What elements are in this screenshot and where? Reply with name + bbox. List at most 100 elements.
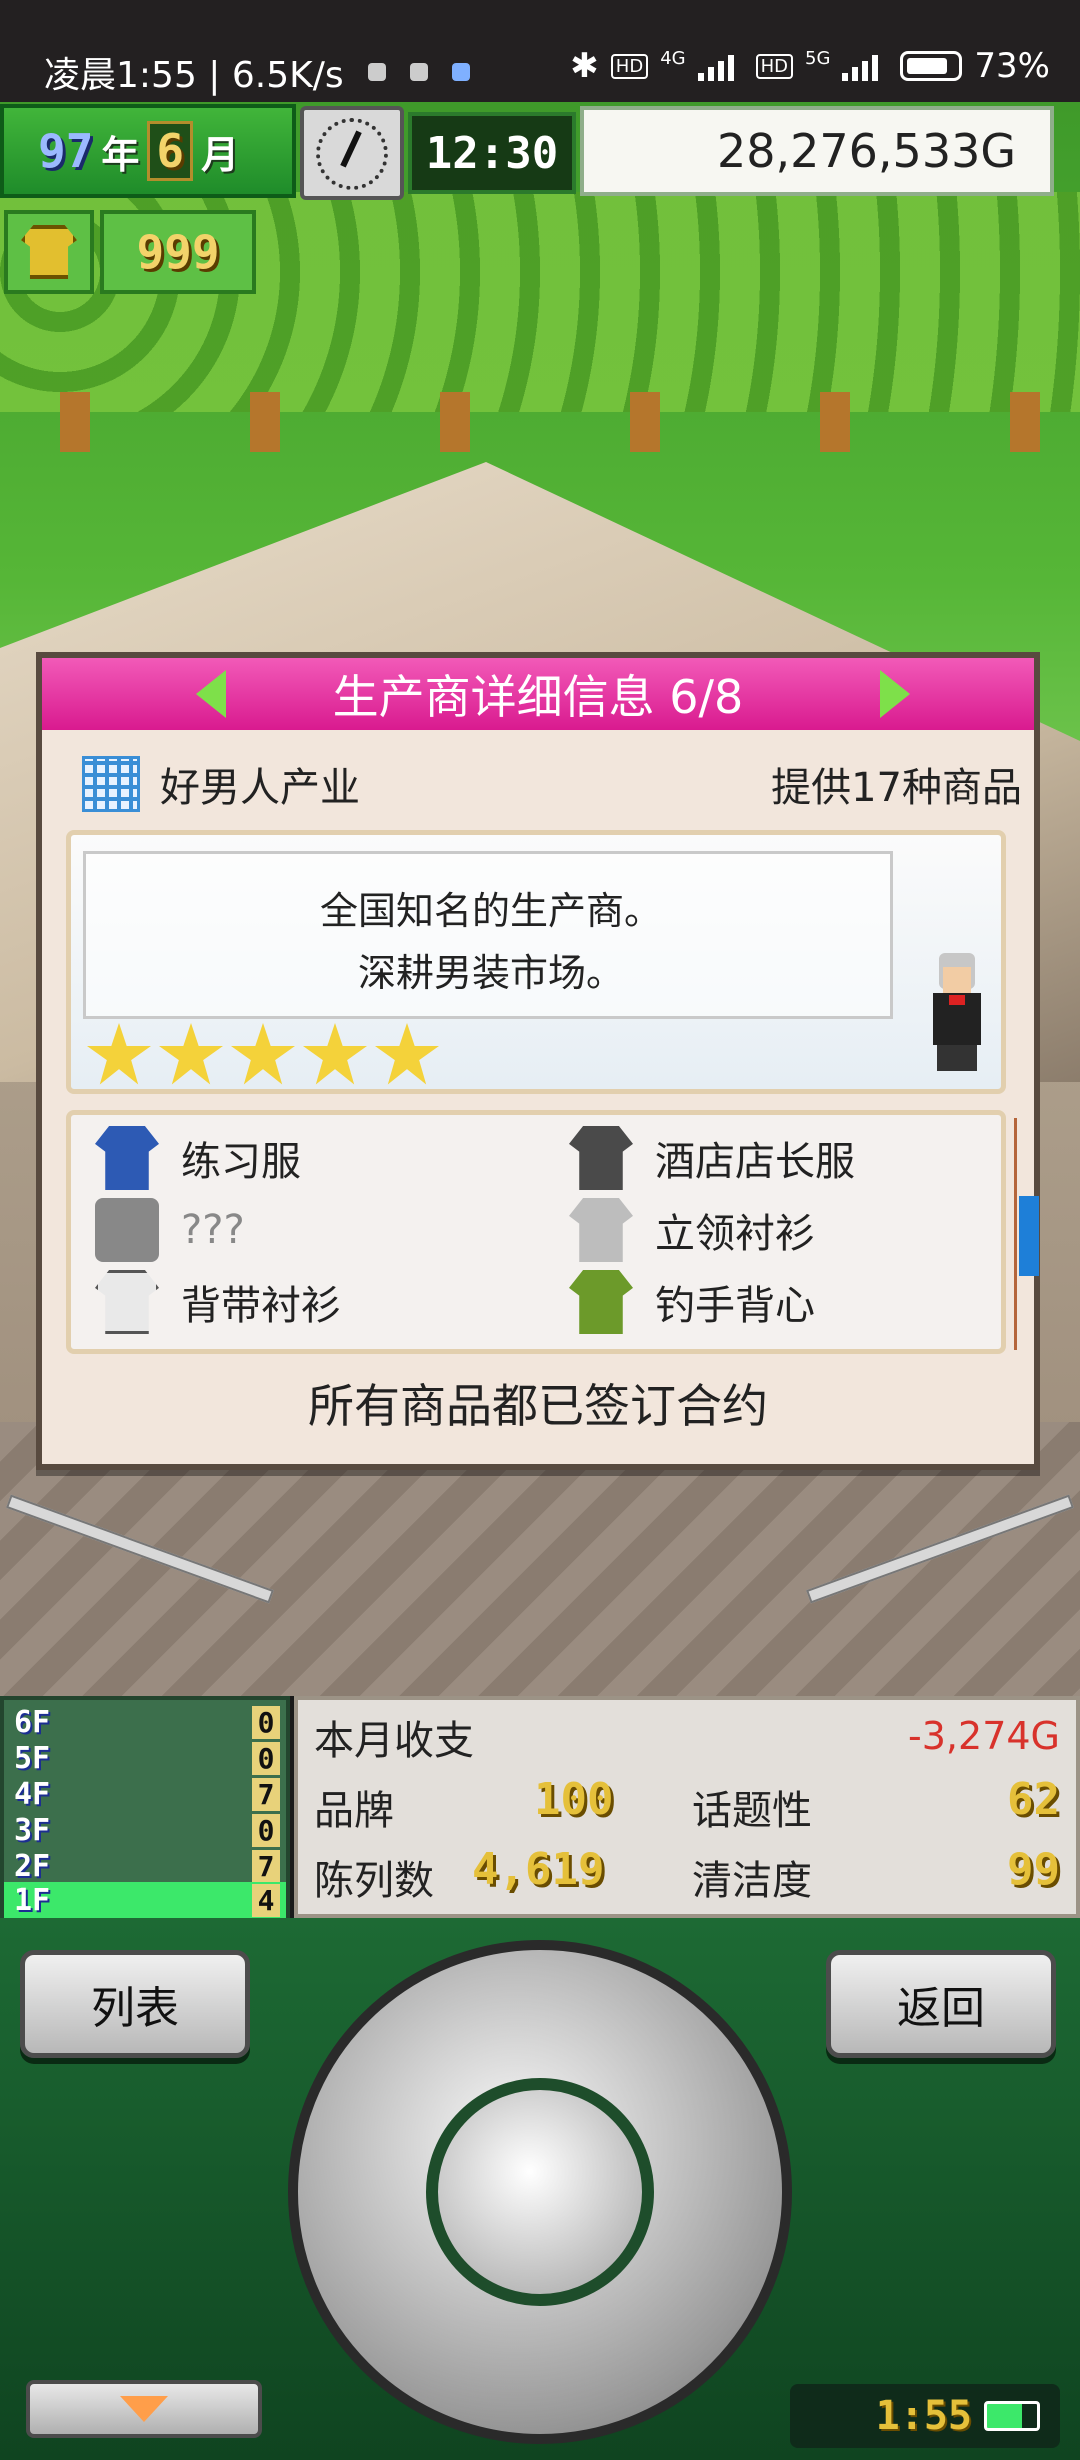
back-button[interactable]: 返回 bbox=[826, 1950, 1056, 2058]
floor-row[interactable]: 1F 4 bbox=[4, 1882, 286, 1918]
product-item[interactable]: 酒店店长服 bbox=[569, 1125, 855, 1191]
battery-icon bbox=[900, 51, 963, 81]
shirt-icon bbox=[21, 225, 77, 279]
app-icon bbox=[451, 63, 470, 81]
description-box: 全国知名的生产商。 深耕男装市场。 bbox=[83, 851, 893, 1019]
month-number: 6 bbox=[147, 121, 194, 181]
money-value: 28,276,533G bbox=[716, 124, 1016, 178]
monthly-balance-value: -3,274G bbox=[908, 1714, 1060, 1758]
product-name: 背带衬衫 bbox=[181, 1283, 341, 1329]
list-button[interactable]: 列表 bbox=[20, 1950, 250, 2058]
topic-value: 62 bbox=[1007, 1774, 1060, 1825]
month-label: 月 bbox=[201, 132, 240, 177]
notification-icon bbox=[409, 63, 428, 81]
network-label: 4G bbox=[660, 47, 686, 69]
shirt-button[interactable] bbox=[4, 210, 94, 294]
year-label: 年 bbox=[101, 132, 140, 177]
star-icon bbox=[303, 1023, 367, 1085]
battery-icon bbox=[984, 2401, 1040, 2431]
product-item[interactable]: 立领衬衫 bbox=[569, 1197, 815, 1263]
unknown-icon bbox=[95, 1198, 159, 1262]
battery-percent: 73% bbox=[974, 46, 1050, 86]
product-count: 提供17种商品 bbox=[771, 765, 1022, 811]
product-name: 立领衬衫 bbox=[655, 1211, 815, 1257]
product-list: 练习服 酒店店长服 ??? 立领衬衫 背带衬衫 钓手背心 bbox=[66, 1110, 1006, 1354]
prev-arrow-icon[interactable] bbox=[196, 670, 226, 718]
hd-icon: HD bbox=[755, 53, 794, 79]
scroll-thumb[interactable] bbox=[1019, 1196, 1039, 1276]
product-name: 钓手背心 bbox=[655, 1283, 815, 1329]
money-display: 28,276,533G bbox=[580, 106, 1054, 196]
dialog-header: 生产商详细信息 6/8 bbox=[42, 658, 1034, 730]
description-line: 全国知名的生产商。 bbox=[319, 889, 662, 933]
status-time-speed: 凌晨1:55 | 6.5K/s bbox=[44, 55, 344, 96]
floor-row[interactable]: 3F 0 bbox=[4, 1812, 286, 1848]
contract-status: 所有商品都已签订合约 bbox=[308, 1379, 768, 1433]
hd-icon: HD bbox=[610, 53, 649, 79]
date-display: 97 年 6 月 bbox=[0, 104, 296, 198]
star-icon bbox=[375, 1023, 439, 1085]
product-item[interactable]: 背带衬衫 bbox=[95, 1269, 341, 1335]
year-number: 97 bbox=[38, 124, 94, 178]
product-name: ??? bbox=[181, 1207, 245, 1253]
monthly-balance-label: 本月收支 bbox=[314, 1718, 474, 1764]
star-icon bbox=[87, 1023, 151, 1085]
stats-panel: 本月收支 -3,274G 品牌 100 话题性 62 陈列数 4,619 清洁度… bbox=[294, 1696, 1080, 1918]
product-item[interactable]: ??? bbox=[95, 1197, 245, 1263]
maker-name: 好男人产业 bbox=[160, 765, 360, 811]
floor-row[interactable]: 6F 0 bbox=[4, 1704, 286, 1740]
product-item[interactable]: 练习服 bbox=[95, 1125, 301, 1191]
suspender-shirt-icon bbox=[95, 1270, 159, 1334]
floor-label: 6F bbox=[14, 1704, 51, 1740]
floor-selector: 6F 0 5F 0 4F 7 3F 0 2F 7 1F 4 bbox=[0, 1696, 290, 1918]
star-rating bbox=[87, 1023, 439, 1087]
dpad[interactable] bbox=[288, 1940, 792, 2444]
topic-label: 话题性 bbox=[692, 1788, 812, 1834]
floor-count: 7 bbox=[252, 1849, 280, 1883]
description-panel: 全国知名的生产商。 深耕男装市场。 bbox=[66, 830, 1006, 1094]
mini-clock-time: 1:55 bbox=[875, 2393, 972, 2439]
dpad-center-button[interactable] bbox=[426, 2078, 654, 2306]
floor-count: 0 bbox=[252, 1705, 280, 1739]
description-line: 深耕男装市场。 bbox=[357, 951, 624, 995]
star-icon bbox=[231, 1023, 295, 1085]
floor-row[interactable]: 4F 7 bbox=[4, 1776, 286, 1812]
next-arrow-icon[interactable] bbox=[880, 670, 910, 718]
dialog-title: 生产商详细信息 6/8 bbox=[332, 670, 744, 724]
floor-row[interactable]: 2F 7 bbox=[4, 1848, 286, 1884]
bluetooth-icon: ✱ bbox=[570, 46, 599, 86]
maker-row: 好男人产业 提供17种商品 bbox=[82, 754, 1022, 814]
floor-label: 5F bbox=[14, 1740, 51, 1776]
product-name: 酒店店长服 bbox=[655, 1139, 855, 1185]
product-name: 练习服 bbox=[181, 1139, 301, 1185]
floor-count: 0 bbox=[252, 1813, 280, 1847]
tree-trunks bbox=[0, 392, 1080, 452]
manager-character bbox=[927, 953, 987, 1071]
signal-icon bbox=[697, 51, 744, 81]
display-count-label: 陈列数 bbox=[314, 1858, 434, 1904]
cleanliness-label: 清洁度 bbox=[692, 1858, 812, 1904]
item-count: 999 bbox=[136, 225, 220, 279]
floor-count: 0 bbox=[252, 1741, 280, 1775]
product-scrollbar[interactable] bbox=[1014, 1118, 1039, 1350]
product-item[interactable]: 钓手背心 bbox=[569, 1269, 815, 1335]
mini-clock: 1:55 bbox=[790, 2384, 1060, 2448]
floor-label: 1F bbox=[14, 1882, 51, 1918]
menu-toggle-button[interactable] bbox=[26, 2380, 262, 2438]
brand-label: 品牌 bbox=[314, 1788, 394, 1834]
brand-value: 100 bbox=[534, 1774, 614, 1825]
star-icon bbox=[159, 1023, 223, 1085]
game-time: 12:30 bbox=[425, 127, 559, 179]
silver-shirt-icon bbox=[569, 1198, 633, 1262]
cleanliness-value: 99 bbox=[1007, 1844, 1060, 1895]
manufacturer-detail-dialog: 生产商详细信息 6/8 好男人产业 提供17种商品 全国知名的生产商。 深耕男装… bbox=[36, 652, 1040, 1470]
display-count-value: 4,619 bbox=[472, 1844, 605, 1895]
floor-label: 2F bbox=[14, 1848, 51, 1884]
notification-icon bbox=[367, 63, 386, 81]
down-arrow-icon bbox=[120, 2396, 168, 2422]
blue-jacket-icon bbox=[95, 1126, 159, 1190]
floor-count: 4 bbox=[252, 1883, 280, 1917]
fishing-vest-icon bbox=[569, 1270, 633, 1334]
clock-icon bbox=[300, 106, 404, 200]
floor-row[interactable]: 5F 0 bbox=[4, 1740, 286, 1776]
